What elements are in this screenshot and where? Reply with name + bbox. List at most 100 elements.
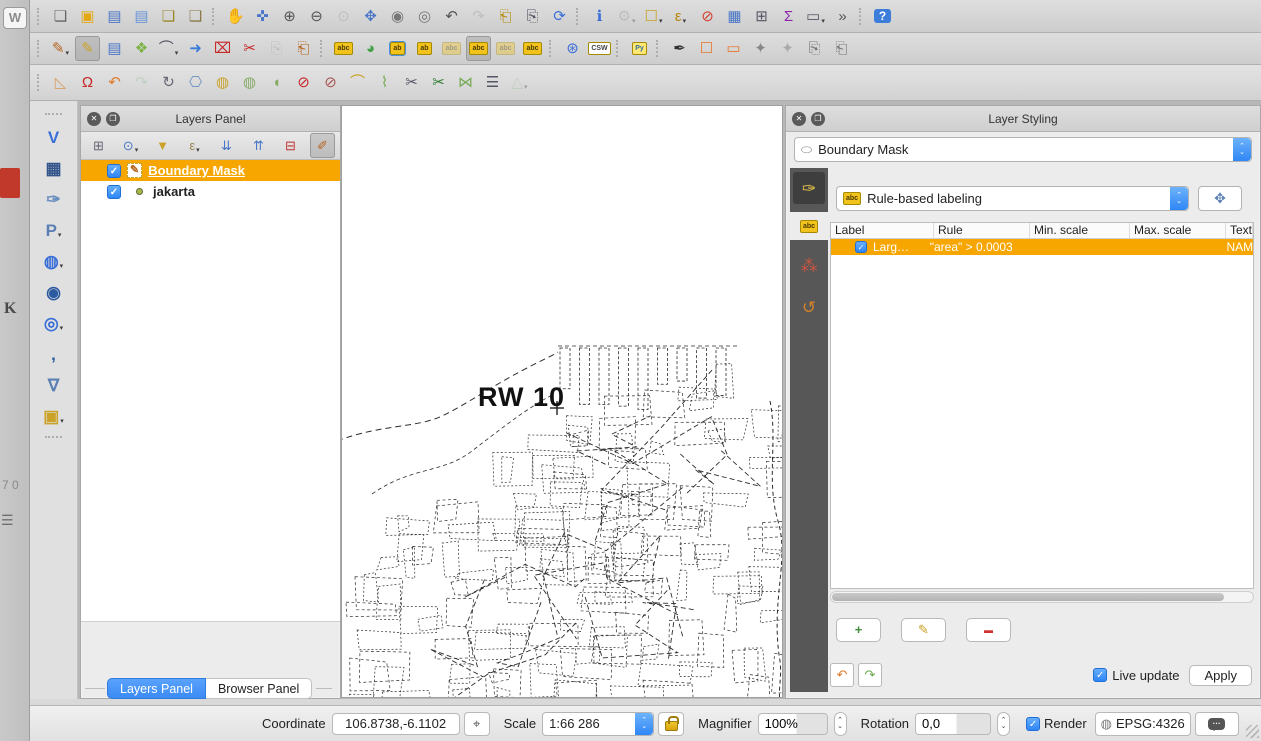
zoom-last-button[interactable]: ↶ [439, 4, 464, 29]
remove-rule-button[interactable]: ▬ [966, 618, 1011, 642]
filter-legend-button[interactable]: ▼ [150, 133, 175, 158]
live-update-checkbox[interactable]: ✓ [1093, 668, 1107, 682]
open-layer-styling-button[interactable]: ✐ [310, 133, 335, 158]
lock-scale-button[interactable] [658, 712, 684, 736]
csw-search-button[interactable]: CSW [587, 36, 612, 61]
offset-curve-button[interactable]: ⌒ [345, 70, 370, 95]
labels-tab-button[interactable]: abc [790, 212, 828, 240]
rotation-input[interactable] [916, 714, 990, 734]
rotation-spinbox[interactable] [915, 713, 991, 735]
filter-by-expression-button[interactable]: ε▾ [182, 133, 207, 158]
collapse-all-button[interactable]: ⇈ [246, 133, 271, 158]
pan-to-selection-button[interactable]: ✜ [250, 4, 275, 29]
map-canvas[interactable]: RW 10 [341, 105, 783, 698]
vertex-tool-button[interactable]: ⌒▾ [156, 36, 181, 61]
reshape-features-button[interactable]: ⌇ [372, 70, 397, 95]
split-features-button[interactable]: ✂ [399, 70, 424, 95]
zoom-full-button[interactable]: ✥ [358, 4, 383, 29]
osm-wand-button[interactable]: ✦ [775, 36, 800, 61]
layer-labeling-options-button[interactable]: abc [331, 36, 356, 61]
combo-stepper-icon[interactable]: ⌃⌄ [635, 713, 653, 735]
pin-labels-button[interactable]: ab [385, 36, 410, 61]
detach-icon[interactable]: ❐ [106, 112, 120, 126]
fill-ring-button[interactable]: ◖ [264, 70, 289, 95]
help-button[interactable]: ? [870, 4, 895, 29]
move-label-button[interactable]: abc [466, 36, 491, 61]
apply-button[interactable]: Apply [1189, 665, 1252, 686]
style-tree-tab-button[interactable]: ⁂ [790, 248, 828, 282]
metasearch-button[interactable]: ⊛ [560, 36, 585, 61]
rectangle-annotation-button[interactable]: ▭ [721, 36, 746, 61]
column-rule[interactable]: Rule [934, 223, 1030, 238]
unpin-labels-button[interactable]: ab [412, 36, 437, 61]
combo-stepper-icon[interactable]: ⌃⌄ [1170, 187, 1188, 210]
magnifier-input[interactable] [759, 714, 827, 734]
zoom-in-button[interactable]: ⊕ [277, 4, 302, 29]
python-console-button[interactable]: Py [627, 36, 652, 61]
snapping-options-button[interactable]: Ω [75, 70, 100, 95]
statistics-panel-button[interactable]: Σ [776, 4, 801, 29]
layer-checkbox[interactable]: ✓ [107, 185, 121, 199]
edit-rule-button[interactable]: ✎ [901, 618, 946, 642]
layer-checkbox[interactable]: ✓ [107, 164, 121, 178]
toolbar-overflow-button[interactable]: » [830, 4, 855, 29]
cut-features-button[interactable]: ✂ [237, 36, 262, 61]
move-feature-button[interactable]: ➜ [183, 36, 208, 61]
layer-item-boundary-mask[interactable]: ✓ ✎ Boundary Mask [81, 160, 340, 181]
save-project-as-button[interactable]: ▤ [129, 4, 154, 29]
deselect-all-button[interactable]: ⊘ [695, 4, 720, 29]
column-text[interactable]: Text [1226, 223, 1253, 238]
show-bookmarks-button[interactable]: ⎘ [520, 4, 545, 29]
current-edits-button[interactable]: ✎▾ [48, 36, 73, 61]
refresh-map-button[interactable]: ⟳ [547, 4, 572, 29]
close-icon[interactable]: ✕ [792, 112, 806, 126]
add-delimited-text-layer-button[interactable]: , [41, 342, 66, 367]
rotation-stepper[interactable]: ⌃⌄ [997, 712, 1010, 736]
merge-features-button[interactable]: ⋈ [453, 70, 478, 95]
toggle-editing-button[interactable]: ✎ [75, 36, 100, 61]
labeling-mode-combo[interactable]: abc Rule-based labeling ⌃⌄ [836, 186, 1189, 211]
mouse-position-toggle-button[interactable]: ⌖ [464, 712, 490, 736]
zoom-to-selection-button[interactable]: ◉ [385, 4, 410, 29]
scale-combo[interactable]: 1:66 286 ⌃⌄ [542, 712, 654, 736]
magnifier-spinbox[interactable] [758, 713, 828, 735]
symbology-tab-button[interactable]: ✑ [793, 172, 825, 204]
layer-select-combo[interactable]: ⬭ Boundary Mask ⌃⌄ [794, 137, 1252, 162]
move-annotation-button[interactable]: ☐ [694, 36, 719, 61]
magnifier-stepper[interactable]: ⌃⌄ [834, 712, 847, 736]
select-by-expression-button[interactable]: ε▾ [668, 4, 693, 29]
delete-selected-button[interactable]: ⌧ [210, 36, 235, 61]
new-bookmark-button[interactable]: ⎗ [493, 4, 518, 29]
undo-style-button[interactable]: ↶ [830, 663, 854, 687]
rotate-feature-button[interactable]: ↻ [156, 70, 181, 95]
zoom-out-button[interactable]: ⊖ [304, 4, 329, 29]
field-calculator-button[interactable]: ⊞ [749, 4, 774, 29]
add-feature-button[interactable]: ❖ [129, 36, 154, 61]
add-wms-layer-button[interactable]: ◍▾ [41, 249, 66, 274]
split-parts-button[interactable]: ✂ [426, 70, 451, 95]
horizontal-scrollbar[interactable] [830, 591, 1254, 603]
merge-attributes-button[interactable]: ☰ [480, 70, 505, 95]
select-features-button[interactable]: ☐▾ [641, 4, 666, 29]
annotation-nib-button[interactable]: ✒ [667, 36, 692, 61]
crs-button[interactable]: ◍ EPSG:4326 [1095, 712, 1191, 736]
save-layer-edits-button[interactable]: ▤ [102, 36, 127, 61]
new-print-layout-button[interactable]: ❏ [156, 4, 181, 29]
column-label[interactable]: Label [831, 223, 934, 238]
layer-diagram-options-button[interactable]: ◕ [358, 36, 383, 61]
automated-placement-button[interactable]: ✥ [1198, 186, 1242, 211]
add-virtual-layer-button[interactable]: ∇ [41, 373, 66, 398]
remove-layer-group-button[interactable]: ⊟ [278, 133, 303, 158]
cad-tools-button[interactable]: ◺ [48, 70, 73, 95]
history-tab-button[interactable]: ↺ [790, 290, 828, 324]
tab-layers-panel[interactable]: Layers Panel [107, 678, 206, 699]
render-checkbox[interactable]: ✓ [1026, 717, 1040, 731]
manage-layer-visibility-button[interactable]: ⊙▾ [118, 133, 143, 158]
osm-import-button[interactable]: ⎗ [829, 36, 854, 61]
measure-button[interactable]: ▭▾ [803, 4, 828, 29]
add-vector-layer-button[interactable]: V [41, 125, 66, 150]
delete-ring-button[interactable]: ⊘ [291, 70, 316, 95]
add-wfs-layer-button[interactable]: ◎▾ [41, 311, 66, 336]
layout-manager-button[interactable]: ❏ [183, 4, 208, 29]
column-max-scale[interactable]: Max. scale [1130, 223, 1226, 238]
